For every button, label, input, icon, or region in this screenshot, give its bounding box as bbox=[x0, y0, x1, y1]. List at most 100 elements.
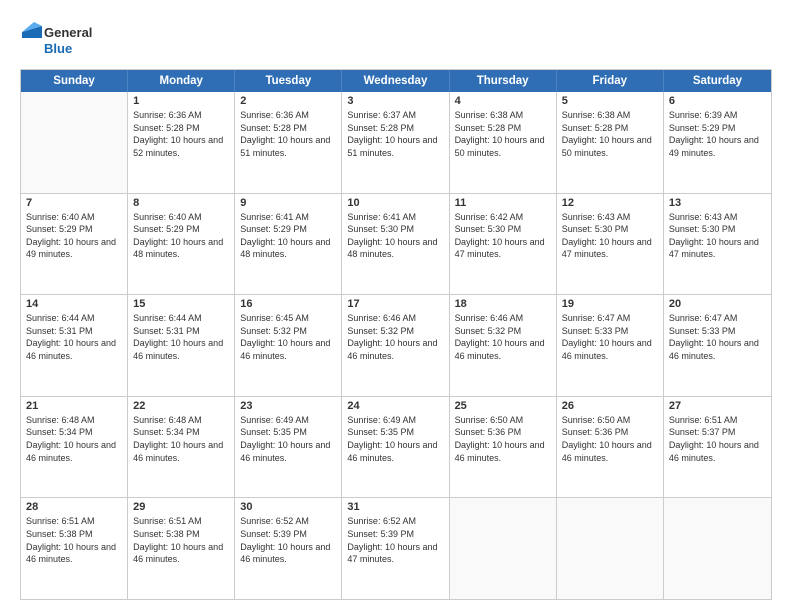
calendar-day-5: 5 Sunrise: 6:38 AM Sunset: 5:28 PM Dayli… bbox=[557, 92, 664, 193]
sunset-text: Sunset: 5:36 PM bbox=[562, 426, 658, 439]
day-number: 16 bbox=[240, 298, 336, 310]
calendar-empty-cell bbox=[450, 498, 557, 599]
calendar-week-1: 1 Sunrise: 6:36 AM Sunset: 5:28 PM Dayli… bbox=[21, 92, 771, 194]
calendar-day-7: 7 Sunrise: 6:40 AM Sunset: 5:29 PM Dayli… bbox=[21, 194, 128, 295]
sunrise-text: Sunrise: 6:46 AM bbox=[455, 312, 551, 325]
logo-bird-icon bbox=[20, 20, 42, 56]
calendar-empty-cell bbox=[664, 498, 771, 599]
calendar-day-1: 1 Sunrise: 6:36 AM Sunset: 5:28 PM Dayli… bbox=[128, 92, 235, 193]
daylight-text: Daylight: 10 hours and 50 minutes. bbox=[562, 134, 658, 159]
day-number: 17 bbox=[347, 298, 443, 310]
sunrise-text: Sunrise: 6:41 AM bbox=[347, 211, 443, 224]
calendar-header-monday: Monday bbox=[128, 70, 235, 92]
calendar-header-wednesday: Wednesday bbox=[342, 70, 449, 92]
sunset-text: Sunset: 5:29 PM bbox=[669, 122, 766, 135]
daylight-text: Daylight: 10 hours and 46 minutes. bbox=[26, 337, 122, 362]
sunset-text: Sunset: 5:31 PM bbox=[26, 325, 122, 338]
sunset-text: Sunset: 5:28 PM bbox=[133, 122, 229, 135]
sunset-text: Sunset: 5:28 PM bbox=[455, 122, 551, 135]
sunrise-text: Sunrise: 6:43 AM bbox=[562, 211, 658, 224]
calendar-day-22: 22 Sunrise: 6:48 AM Sunset: 5:34 PM Dayl… bbox=[128, 397, 235, 498]
sunset-text: Sunset: 5:29 PM bbox=[240, 223, 336, 236]
sunset-text: Sunset: 5:39 PM bbox=[240, 528, 336, 541]
day-number: 10 bbox=[347, 197, 443, 209]
calendar-day-4: 4 Sunrise: 6:38 AM Sunset: 5:28 PM Dayli… bbox=[450, 92, 557, 193]
sunrise-text: Sunrise: 6:38 AM bbox=[455, 109, 551, 122]
calendar-day-24: 24 Sunrise: 6:49 AM Sunset: 5:35 PM Dayl… bbox=[342, 397, 449, 498]
daylight-text: Daylight: 10 hours and 51 minutes. bbox=[240, 134, 336, 159]
sunrise-text: Sunrise: 6:51 AM bbox=[669, 414, 766, 427]
sunset-text: Sunset: 5:29 PM bbox=[26, 223, 122, 236]
day-number: 12 bbox=[562, 197, 658, 209]
daylight-text: Daylight: 10 hours and 46 minutes. bbox=[26, 439, 122, 464]
day-number: 6 bbox=[669, 95, 766, 107]
sunrise-text: Sunrise: 6:37 AM bbox=[347, 109, 443, 122]
sunrise-text: Sunrise: 6:45 AM bbox=[240, 312, 336, 325]
daylight-text: Daylight: 10 hours and 49 minutes. bbox=[669, 134, 766, 159]
logo-line1: General bbox=[44, 25, 92, 41]
calendar-day-28: 28 Sunrise: 6:51 AM Sunset: 5:38 PM Dayl… bbox=[21, 498, 128, 599]
day-number: 23 bbox=[240, 400, 336, 412]
calendar-day-13: 13 Sunrise: 6:43 AM Sunset: 5:30 PM Dayl… bbox=[664, 194, 771, 295]
calendar-header-saturday: Saturday bbox=[664, 70, 771, 92]
day-number: 13 bbox=[669, 197, 766, 209]
calendar-day-26: 26 Sunrise: 6:50 AM Sunset: 5:36 PM Dayl… bbox=[557, 397, 664, 498]
calendar-day-19: 19 Sunrise: 6:47 AM Sunset: 5:33 PM Dayl… bbox=[557, 295, 664, 396]
calendar-day-20: 20 Sunrise: 6:47 AM Sunset: 5:33 PM Dayl… bbox=[664, 295, 771, 396]
calendar: SundayMondayTuesdayWednesdayThursdayFrid… bbox=[20, 69, 772, 600]
logo-line2: Blue bbox=[44, 41, 92, 57]
calendar-day-25: 25 Sunrise: 6:50 AM Sunset: 5:36 PM Dayl… bbox=[450, 397, 557, 498]
sunrise-text: Sunrise: 6:36 AM bbox=[240, 109, 336, 122]
daylight-text: Daylight: 10 hours and 51 minutes. bbox=[347, 134, 443, 159]
day-number: 18 bbox=[455, 298, 551, 310]
daylight-text: Daylight: 10 hours and 46 minutes. bbox=[133, 337, 229, 362]
sunrise-text: Sunrise: 6:51 AM bbox=[133, 515, 229, 528]
calendar-day-2: 2 Sunrise: 6:36 AM Sunset: 5:28 PM Dayli… bbox=[235, 92, 342, 193]
calendar-day-27: 27 Sunrise: 6:51 AM Sunset: 5:37 PM Dayl… bbox=[664, 397, 771, 498]
daylight-text: Daylight: 10 hours and 46 minutes. bbox=[455, 439, 551, 464]
daylight-text: Daylight: 10 hours and 46 minutes. bbox=[455, 337, 551, 362]
day-number: 4 bbox=[455, 95, 551, 107]
calendar-day-17: 17 Sunrise: 6:46 AM Sunset: 5:32 PM Dayl… bbox=[342, 295, 449, 396]
calendar-header-sunday: Sunday bbox=[21, 70, 128, 92]
sunset-text: Sunset: 5:35 PM bbox=[240, 426, 336, 439]
day-number: 20 bbox=[669, 298, 766, 310]
calendar-day-11: 11 Sunrise: 6:42 AM Sunset: 5:30 PM Dayl… bbox=[450, 194, 557, 295]
header: General Blue bbox=[20, 16, 772, 61]
calendar-day-21: 21 Sunrise: 6:48 AM Sunset: 5:34 PM Dayl… bbox=[21, 397, 128, 498]
day-number: 22 bbox=[133, 400, 229, 412]
calendar-empty-cell bbox=[21, 92, 128, 193]
sunset-text: Sunset: 5:30 PM bbox=[455, 223, 551, 236]
sunrise-text: Sunrise: 6:49 AM bbox=[347, 414, 443, 427]
calendar-header-thursday: Thursday bbox=[450, 70, 557, 92]
daylight-text: Daylight: 10 hours and 47 minutes. bbox=[669, 236, 766, 261]
daylight-text: Daylight: 10 hours and 46 minutes. bbox=[669, 337, 766, 362]
sunset-text: Sunset: 5:33 PM bbox=[669, 325, 766, 338]
calendar-day-14: 14 Sunrise: 6:44 AM Sunset: 5:31 PM Dayl… bbox=[21, 295, 128, 396]
daylight-text: Daylight: 10 hours and 52 minutes. bbox=[133, 134, 229, 159]
calendar-day-18: 18 Sunrise: 6:46 AM Sunset: 5:32 PM Dayl… bbox=[450, 295, 557, 396]
calendar-day-9: 9 Sunrise: 6:41 AM Sunset: 5:29 PM Dayli… bbox=[235, 194, 342, 295]
sunrise-text: Sunrise: 6:47 AM bbox=[562, 312, 658, 325]
calendar-day-10: 10 Sunrise: 6:41 AM Sunset: 5:30 PM Dayl… bbox=[342, 194, 449, 295]
daylight-text: Daylight: 10 hours and 46 minutes. bbox=[240, 541, 336, 566]
sunset-text: Sunset: 5:30 PM bbox=[562, 223, 658, 236]
daylight-text: Daylight: 10 hours and 46 minutes. bbox=[347, 439, 443, 464]
sunset-text: Sunset: 5:29 PM bbox=[133, 223, 229, 236]
sunset-text: Sunset: 5:38 PM bbox=[26, 528, 122, 541]
sunrise-text: Sunrise: 6:43 AM bbox=[669, 211, 766, 224]
daylight-text: Daylight: 10 hours and 47 minutes. bbox=[455, 236, 551, 261]
calendar-body: 1 Sunrise: 6:36 AM Sunset: 5:28 PM Dayli… bbox=[21, 92, 771, 599]
day-number: 19 bbox=[562, 298, 658, 310]
calendar-day-31: 31 Sunrise: 6:52 AM Sunset: 5:39 PM Dayl… bbox=[342, 498, 449, 599]
calendar-header-tuesday: Tuesday bbox=[235, 70, 342, 92]
sunset-text: Sunset: 5:31 PM bbox=[133, 325, 229, 338]
calendar-week-3: 14 Sunrise: 6:44 AM Sunset: 5:31 PM Dayl… bbox=[21, 295, 771, 397]
sunrise-text: Sunrise: 6:47 AM bbox=[669, 312, 766, 325]
sunrise-text: Sunrise: 6:40 AM bbox=[133, 211, 229, 224]
sunrise-text: Sunrise: 6:50 AM bbox=[562, 414, 658, 427]
calendar-day-29: 29 Sunrise: 6:51 AM Sunset: 5:38 PM Dayl… bbox=[128, 498, 235, 599]
daylight-text: Daylight: 10 hours and 46 minutes. bbox=[26, 541, 122, 566]
day-number: 2 bbox=[240, 95, 336, 107]
daylight-text: Daylight: 10 hours and 46 minutes. bbox=[240, 439, 336, 464]
